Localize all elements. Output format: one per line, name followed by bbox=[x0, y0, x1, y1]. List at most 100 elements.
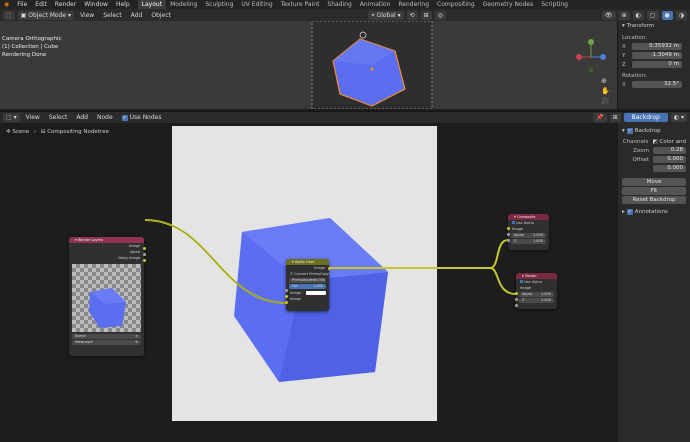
fit-button[interactable]: Fit bbox=[622, 187, 686, 195]
offset-y-field[interactable]: 0.000 bbox=[653, 165, 686, 172]
viewport-menu-select[interactable]: Select bbox=[100, 12, 125, 19]
viewer-node[interactable]: ▾ Viewer Use Alpha Image Alpha 1.000 Z 1.0… bbox=[516, 273, 557, 309]
composite-alpha-field[interactable]: Alpha 1.000 bbox=[511, 233, 546, 238]
composite-z-field[interactable]: Z 1.000 bbox=[511, 239, 546, 244]
node-menu-view[interactable]: View bbox=[23, 114, 43, 121]
viewport-menu-view[interactable]: View bbox=[77, 12, 97, 19]
proportional-icon[interactable]: ◎ bbox=[434, 10, 446, 20]
socket-render-alpha[interactable] bbox=[143, 253, 146, 256]
location-y-field[interactable]: -1.3049 m bbox=[632, 52, 682, 59]
composite-node[interactable]: ▾ Composite Use Alpha Image Alpha 1.000 Z… bbox=[508, 214, 549, 250]
snap-node-icon[interactable]: ⊞ bbox=[609, 113, 621, 122]
scene-selector[interactable]: Scene × bbox=[72, 334, 141, 339]
menu-edit[interactable]: Edit bbox=[31, 1, 51, 8]
snap-icon[interactable]: ⊞ bbox=[420, 10, 432, 20]
channels-icon[interactable]: ◩ bbox=[652, 139, 657, 145]
convert-premultiply-toggle[interactable]: Convert Premultiply bbox=[286, 271, 329, 277]
pivot-icon[interactable]: ⟲ bbox=[406, 10, 418, 20]
backdrop-button[interactable]: Backdrop bbox=[623, 113, 668, 122]
shading-material-icon[interactable]: ◑ bbox=[675, 10, 687, 20]
viewport-menu-object[interactable]: Object bbox=[148, 12, 174, 19]
fac-field[interactable]: Fac 1.000 bbox=[289, 284, 326, 289]
offset-x-field[interactable]: 0.000 bbox=[653, 156, 686, 163]
location-z-field[interactable]: 0 m bbox=[632, 61, 682, 68]
socket-viewer-z[interactable] bbox=[515, 304, 518, 307]
visibility-icon[interactable]: 👁 bbox=[601, 10, 616, 20]
node-menu-add[interactable]: Add bbox=[73, 114, 91, 121]
location-y-row[interactable]: Y -1.3049 m bbox=[618, 51, 690, 60]
socket-composite-alpha[interactable] bbox=[507, 233, 510, 236]
menu-window[interactable]: Window bbox=[80, 1, 112, 8]
socket-alpha-over-out[interactable] bbox=[328, 267, 331, 270]
location-x-field[interactable]: 0.35932 m bbox=[632, 43, 682, 50]
reset-backdrop-button[interactable]: Reset Backdrop bbox=[622, 196, 686, 204]
tab-modeling[interactable]: Modeling bbox=[166, 0, 201, 9]
menu-help[interactable]: Help bbox=[112, 1, 134, 8]
gizmo-icon[interactable]: ⊕ bbox=[618, 10, 630, 20]
tab-animation[interactable]: Animation bbox=[356, 0, 395, 9]
overlay-node-icon[interactable]: ◐ ▾ bbox=[670, 113, 687, 122]
premultiplied-field[interactable]: Premultiplied 0.000 bbox=[289, 278, 326, 283]
socket-composite-image[interactable] bbox=[507, 227, 510, 230]
socket-alpha-over-in1[interactable] bbox=[285, 295, 288, 298]
tab-uv-editing[interactable]: UV Editing bbox=[237, 0, 276, 9]
navigation-gizmo[interactable] bbox=[576, 37, 606, 73]
zoom-icon[interactable]: ⊕ bbox=[601, 77, 607, 85]
location-x-row[interactable]: X 0.35932 m bbox=[618, 42, 690, 51]
transform-header[interactable]: ▾ Transform bbox=[618, 21, 690, 30]
tab-shading[interactable]: Shading bbox=[323, 0, 355, 9]
socket-alpha-over-fac[interactable] bbox=[285, 289, 288, 292]
tab-geometry-nodes[interactable]: Geometry Nodes bbox=[479, 0, 538, 9]
annotations-checkbox-icon[interactable]: ✓ bbox=[626, 208, 633, 215]
blender-logo-icon[interactable]: ◉ bbox=[0, 1, 13, 8]
viewport-menu-add[interactable]: Add bbox=[128, 12, 146, 19]
node-menu-node[interactable]: Node bbox=[94, 114, 116, 121]
rotation-label: Rotation: bbox=[622, 72, 647, 79]
editor-type-icon[interactable]: ⬚ bbox=[3, 10, 15, 20]
orientation-dropdown[interactable]: ⌖ Global ▾ bbox=[368, 10, 404, 20]
view-layer-selector[interactable]: ViewLayer ≡ bbox=[72, 340, 141, 345]
color-swatch[interactable] bbox=[306, 291, 326, 295]
tab-compositing[interactable]: Compositing bbox=[433, 0, 479, 9]
overlay-icon[interactable]: ◐ bbox=[632, 10, 644, 20]
tab-layout[interactable]: Layout bbox=[137, 0, 167, 9]
socket-viewer-alpha[interactable] bbox=[515, 298, 518, 301]
pan-icon[interactable]: ✋ bbox=[601, 87, 610, 95]
object-mode-dropdown[interactable]: ▣ Object Mode ▾ bbox=[17, 10, 74, 20]
xray-icon[interactable]: ▢ bbox=[646, 10, 659, 20]
socket-render-image[interactable] bbox=[143, 247, 146, 250]
channels-value[interactable]: Color and bbox=[660, 139, 686, 145]
rotation-x-row[interactable]: X 32.5° bbox=[618, 80, 690, 89]
zoom-field[interactable]: 0.28 bbox=[653, 147, 686, 154]
socket-alpha-over-in2[interactable] bbox=[285, 301, 288, 304]
location-z-row[interactable]: Z 0 m bbox=[618, 60, 690, 69]
backdrop-panel-header[interactable]: ▾ ✓ Backdrop bbox=[618, 126, 690, 135]
tab-rendering[interactable]: Rendering bbox=[394, 0, 433, 9]
tab-sculpting[interactable]: Sculpting bbox=[201, 0, 237, 9]
socket-render-noisy[interactable] bbox=[143, 259, 146, 262]
menu-render[interactable]: Render bbox=[51, 1, 80, 8]
tab-texture-paint[interactable]: Texture Paint bbox=[277, 0, 324, 9]
viewer-z-field[interactable]: Z 1.000 bbox=[519, 298, 554, 303]
viewer-alpha-field[interactable]: Alpha 1.000 bbox=[519, 292, 554, 297]
viewport-3d[interactable]: Camera Orthographic (1) Collection | Cub… bbox=[0, 21, 617, 109]
socket-composite-z[interactable] bbox=[507, 239, 510, 242]
render-layers-node[interactable]: ▾ Render Layers Image Alpha Noisy Image … bbox=[69, 237, 144, 356]
rotation-x-field[interactable]: 32.5° bbox=[632, 81, 682, 88]
menu-file[interactable]: File bbox=[13, 1, 31, 8]
backdrop-checkbox-icon[interactable]: ✓ bbox=[626, 127, 633, 134]
move-button[interactable]: Move bbox=[622, 178, 686, 186]
tab-scripting[interactable]: Scripting bbox=[537, 0, 572, 9]
close-icon[interactable]: × bbox=[135, 334, 138, 339]
alpha-over-node[interactable]: ▾ Alpha Over Image Convert Premultiply P… bbox=[286, 259, 329, 311]
pin-icon[interactable]: 📌 bbox=[593, 113, 607, 122]
node-editor-canvas[interactable]: ✲ Scene › ⊟ Compositing Nodetree ▾ Rende… bbox=[0, 123, 617, 442]
use-nodes-toggle[interactable]: ✓ Use Nodes bbox=[119, 114, 165, 121]
node-menu-select[interactable]: Select bbox=[46, 114, 71, 121]
socket-viewer-image[interactable] bbox=[515, 292, 518, 295]
shading-solid-icon[interactable]: ● bbox=[661, 10, 673, 20]
composite-z-value: 1.000 bbox=[532, 239, 543, 243]
node-editor-type-icon[interactable]: ⬚ ▾ bbox=[3, 113, 20, 122]
camera-view-icon[interactable]: 🎥 bbox=[601, 97, 610, 105]
annotations-panel-header[interactable]: ▸ ✓ Annotations bbox=[618, 207, 690, 216]
